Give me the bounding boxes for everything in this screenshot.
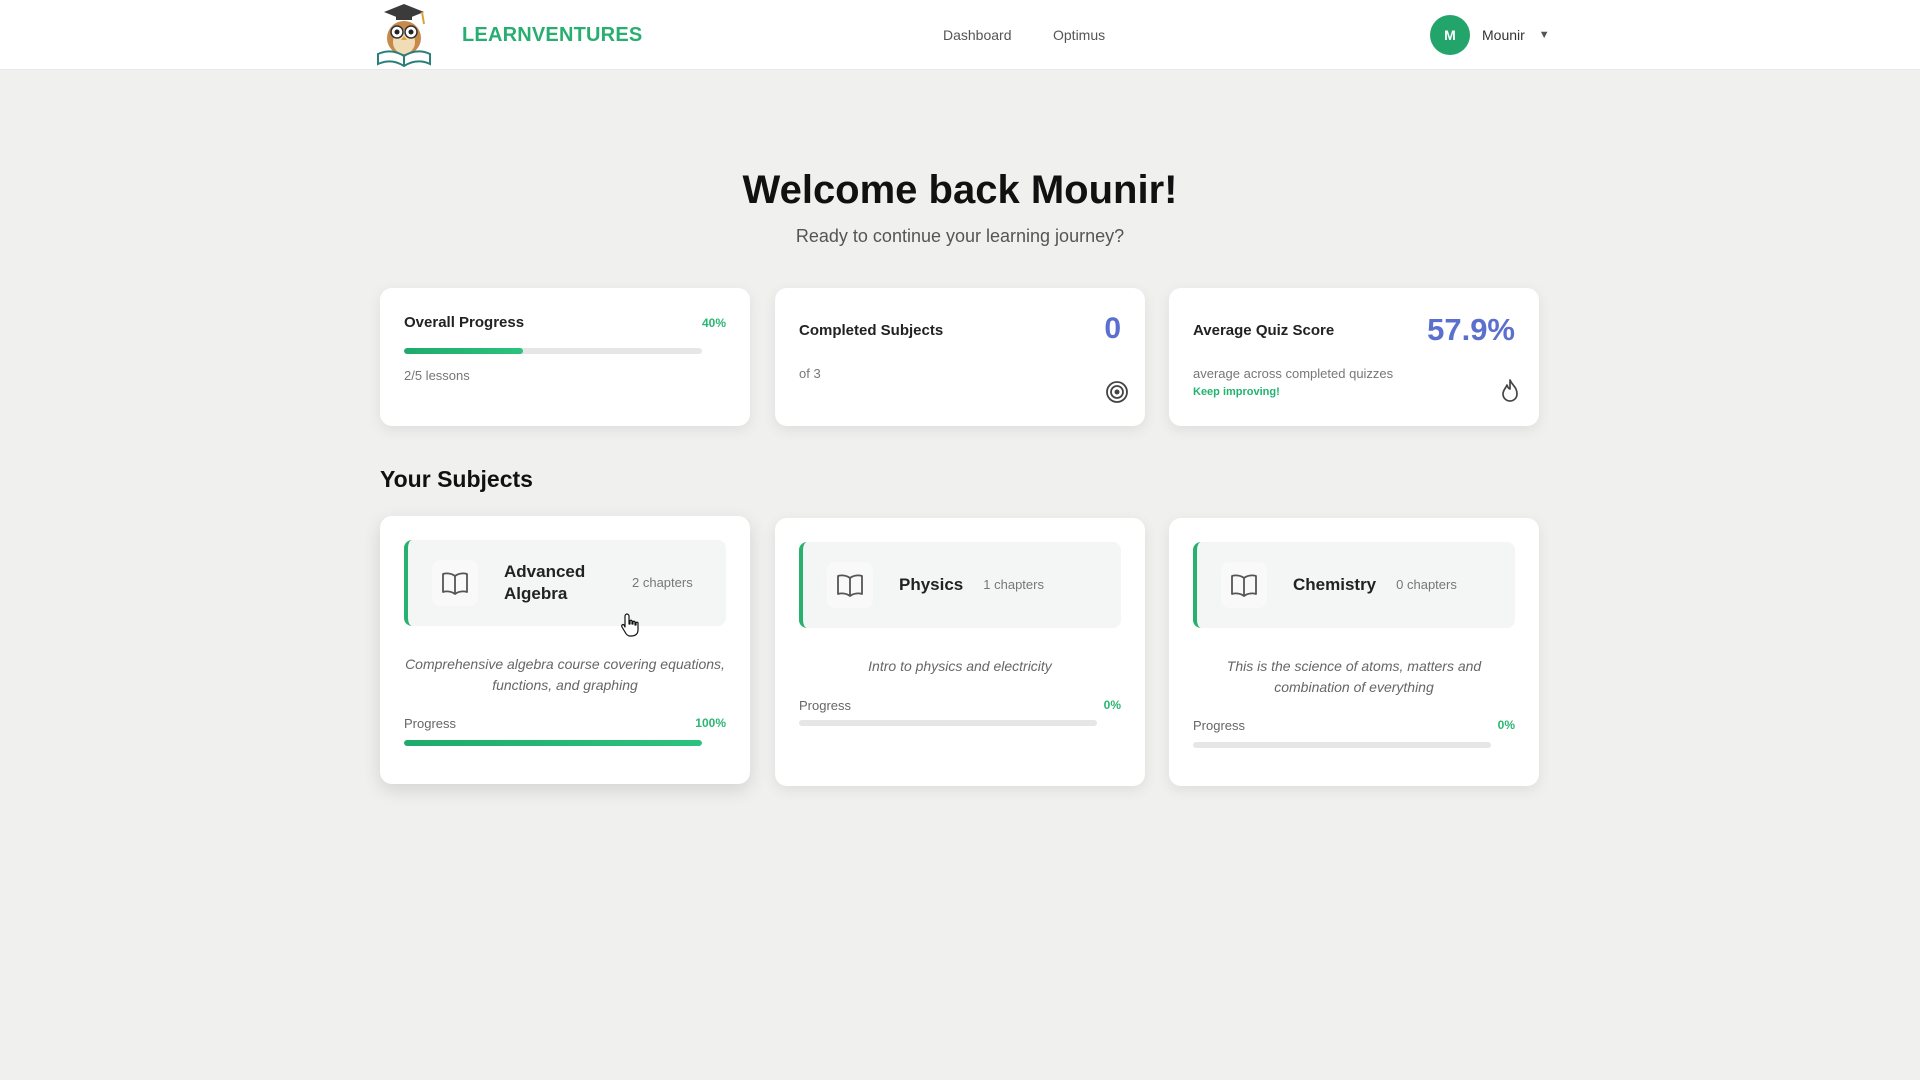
average-quiz-detail: average across completed quizzes (1193, 366, 1394, 381)
chevron-down-icon: ▼ (1538, 29, 1550, 41)
avatar: M (1430, 15, 1470, 55)
subjects-section-title: Your Subjects (380, 466, 533, 492)
hand-cursor-icon (621, 613, 639, 637)
lessons-count: 2/5 lessons (404, 368, 470, 383)
overall-progress-label: Overall Progress (404, 314, 525, 331)
completed-subjects-total: of 3 (799, 366, 821, 381)
book-icon (432, 560, 478, 606)
flame-icon (1502, 379, 1518, 402)
subject-chapters: 1 chapters (983, 577, 1044, 592)
nav-link-dashboard[interactable]: Dashboard (943, 27, 1012, 43)
subject-description: This is the science of atoms, matters an… (1226, 658, 1482, 695)
subject-name: Physics (899, 575, 964, 594)
subject-progress-fill (404, 740, 702, 746)
user-menu[interactable]: M Mounir ▼ (1430, 15, 1550, 55)
user-name: Mounir (1482, 27, 1525, 43)
subject-header[interactable]: Chemistry 0 chapters (1193, 542, 1515, 628)
average-quiz-card: Average Quiz Score 57.9% average across … (1169, 288, 1539, 426)
subject-description: Intro to physics and electricity (868, 658, 1052, 674)
nav-optimus: Optimus (1053, 0, 1105, 70)
subject-chapters: 0 chapters (1396, 577, 1457, 592)
subject-chapters: 2 chapters (632, 575, 693, 590)
logo-link[interactable]: LEARNVENTURES (372, 0, 642, 70)
subject-progress-bar (1193, 742, 1491, 748)
page-subtitle: Ready to continue your learning journey? (795, 226, 1125, 246)
owl-logo (377, 4, 431, 68)
average-quiz-value: 57.9% (1427, 312, 1515, 347)
subject-name: Chemistry (1293, 575, 1377, 594)
overall-progress-percent: 40% (701, 316, 726, 330)
subject-progress-label: Progress (1193, 718, 1246, 733)
average-quiz-label: Average Quiz Score (1193, 322, 1335, 339)
target-icon (1106, 381, 1128, 403)
completed-subjects-card: Completed Subjects 0 of 3 (775, 288, 1145, 426)
subject-card-advanced-algebra[interactable]: Advanced Algebra 2 chapters Comprehensiv… (380, 516, 750, 784)
nav-link-optimus[interactable]: Optimus (1053, 27, 1105, 43)
subject-header[interactable]: Advanced Algebra 2 chapters (404, 540, 726, 626)
subject-progress-percent: 0% (1103, 698, 1121, 712)
book-icon (827, 562, 873, 608)
keep-improving-text: Keep improving! (1193, 386, 1280, 398)
subject-card-physics[interactable]: Physics 1 chapters Intro to physics and … (775, 518, 1145, 786)
subject-progress-percent: 100% (695, 716, 726, 730)
subject-progress-label: Progress (404, 716, 457, 731)
top-header: LEARNVENTURES Dashboard Optimus M Mounir… (0, 0, 1920, 70)
page-title: Welcome back Mounir! (742, 168, 1178, 212)
subject-progress-bar (799, 720, 1097, 726)
subject-progress-bar (404, 740, 702, 746)
brand-name: LEARNVENTURES (462, 23, 643, 46)
subject-name: Advanced Algebra (504, 562, 586, 603)
completed-subjects-value: 0 (1104, 312, 1121, 345)
book-icon (1221, 562, 1267, 608)
overall-progress-bar (404, 348, 702, 354)
nav-dashboard: Dashboard (943, 0, 1012, 70)
overall-progress-fill (404, 348, 524, 354)
subject-progress-percent: 0% (1497, 718, 1515, 732)
completed-subjects-label: Completed Subjects (799, 322, 944, 339)
overall-progress-card: Overall Progress 40% 2/5 lessons (380, 288, 750, 426)
subject-progress-label: Progress (799, 698, 852, 713)
subject-header[interactable]: Physics 1 chapters (799, 542, 1121, 628)
subject-card-chemistry[interactable]: Chemistry 0 chapters This is the science… (1169, 518, 1539, 786)
subject-description: Comprehensive algebra course covering eq… (405, 656, 725, 693)
